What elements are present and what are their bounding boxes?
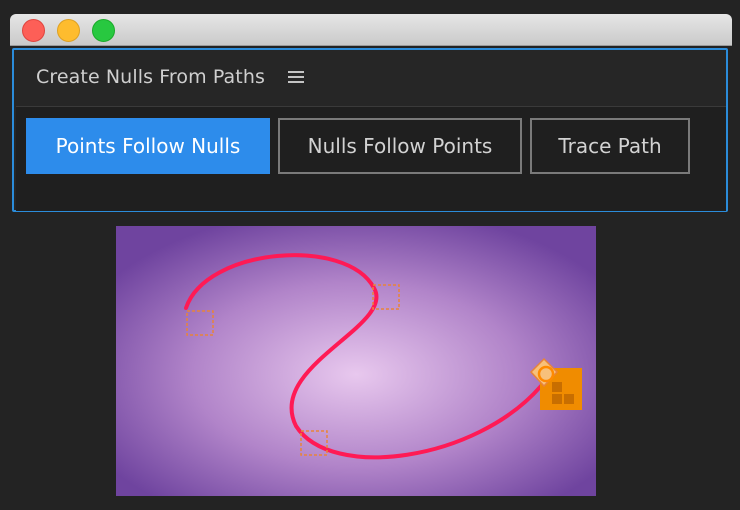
hamburger-menu-icon[interactable] — [288, 70, 304, 84]
create-nulls-panel: Create Nulls From Paths Points Follow Nu… — [12, 48, 728, 212]
minimize-window-button[interactable] — [57, 19, 80, 42]
trace-path-button[interactable]: Trace Path — [530, 118, 690, 174]
nulls-follow-points-button[interactable]: Nulls Follow Points — [278, 118, 522, 174]
panel-content: Points Follow Nulls Nulls Follow Points … — [16, 106, 726, 211]
points-follow-nulls-button[interactable]: Points Follow Nulls — [26, 118, 270, 174]
window-titlebar — [10, 14, 732, 46]
close-window-button[interactable] — [22, 19, 45, 42]
panel-title: Create Nulls From Paths — [36, 66, 265, 88]
zoom-window-button[interactable] — [92, 19, 115, 42]
composition-viewer[interactable] — [116, 226, 596, 496]
app-window: Create Nulls From Paths Points Follow Nu… — [10, 14, 732, 214]
